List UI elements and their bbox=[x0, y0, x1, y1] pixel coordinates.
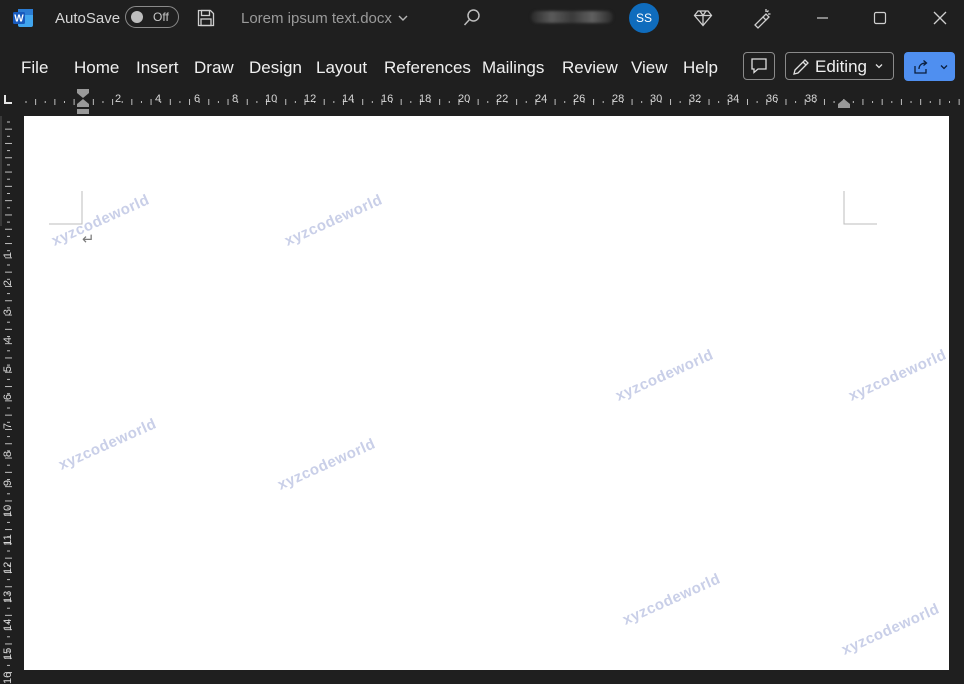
chevron-down-icon bbox=[940, 65, 948, 70]
right-indent-marker[interactable] bbox=[837, 98, 851, 110]
autosave-label: AutoSave bbox=[55, 10, 121, 27]
watermark: xyzcodeworld bbox=[275, 435, 379, 494]
hanging-indent-marker[interactable] bbox=[76, 98, 90, 115]
bottom-strip bbox=[18, 670, 964, 681]
watermark: xyzcodeworld bbox=[282, 191, 386, 250]
ruler-label: 8 bbox=[2, 450, 14, 458]
ruler-label: 16 bbox=[381, 93, 394, 105]
maximize-button[interactable] bbox=[869, 6, 891, 28]
ruler-label: 30 bbox=[650, 93, 663, 105]
ruler-label: 10 bbox=[2, 504, 14, 517]
share-button[interactable] bbox=[904, 52, 955, 81]
watermark: xyzcodeworld bbox=[839, 600, 943, 659]
document-title[interactable]: Lorem ipsum text.docx bbox=[241, 10, 392, 27]
ruler-label: 4 bbox=[155, 93, 162, 105]
vertical-ruler[interactable]: 1 2 3 4 5 6 7 8 9 10 11 12 13 14 15 16 bbox=[0, 116, 18, 684]
ruler-label: 32 bbox=[689, 93, 702, 105]
ruler-label: 14 bbox=[342, 93, 355, 105]
ruler-label: 6 bbox=[2, 393, 14, 401]
avatar[interactable]: SS bbox=[629, 3, 659, 33]
chevron-down-icon bbox=[875, 64, 883, 69]
ruler-label: 13 bbox=[2, 590, 14, 603]
ruler-label: 12 bbox=[304, 93, 317, 105]
ruler-label: 38 bbox=[805, 93, 818, 105]
ruler-label: 15 bbox=[2, 647, 14, 660]
ruler-label: 4 bbox=[2, 336, 14, 344]
tab-file[interactable]: File bbox=[21, 58, 48, 78]
document-page[interactable]: ↵ xyzcodeworld xyzcodeworld xyzcodeworld… bbox=[24, 116, 949, 670]
ruler-label: 26 bbox=[573, 93, 586, 105]
tab-view[interactable]: View bbox=[631, 58, 668, 78]
ruler-label: 20 bbox=[458, 93, 471, 105]
close-button[interactable] bbox=[929, 6, 951, 28]
ruler-label: 24 bbox=[535, 93, 548, 105]
ruler-label: 28 bbox=[612, 93, 625, 105]
ruler-label: 22 bbox=[496, 93, 509, 105]
title-bar: W AutoSave Off Lorem ipsum text.docx SS bbox=[0, 0, 964, 36]
diamond-icon[interactable] bbox=[693, 8, 713, 33]
ruler-label: 34 bbox=[727, 93, 740, 105]
chevron-down-icon[interactable] bbox=[397, 10, 409, 31]
ruler-label: 7 bbox=[2, 422, 14, 430]
autosave-toggle[interactable]: Off bbox=[125, 6, 179, 28]
ruler-label: 2 bbox=[115, 93, 122, 105]
ruler-label: 1 bbox=[2, 251, 14, 259]
ruler-label: 36 bbox=[766, 93, 779, 105]
pencil-icon bbox=[793, 59, 809, 75]
comment-icon bbox=[751, 58, 767, 74]
ruler-margin-band bbox=[0, 116, 2, 226]
tab-insert[interactable]: Insert bbox=[136, 58, 179, 78]
ribbon-tabs: File Home Insert Draw Design Layout Refe… bbox=[0, 48, 964, 88]
horizontal-ruler[interactable]: 2 4 6 8 10 12 14 16 18 20 22 24 26 28 30… bbox=[0, 89, 964, 115]
tab-draw[interactable]: Draw bbox=[194, 58, 234, 78]
tab-mailings[interactable]: Mailings bbox=[482, 58, 544, 78]
toggle-knob bbox=[131, 11, 143, 23]
designer-icon[interactable] bbox=[751, 7, 773, 34]
ruler-label: 8 bbox=[232, 93, 239, 105]
tab-references[interactable]: References bbox=[384, 58, 471, 78]
margin-corner-top-right bbox=[843, 191, 877, 225]
ruler-label: 11 bbox=[2, 534, 14, 546]
tab-design[interactable]: Design bbox=[249, 58, 302, 78]
autosave-state: Off bbox=[153, 10, 169, 24]
comments-button[interactable] bbox=[743, 52, 775, 80]
ruler-label: 3 bbox=[2, 308, 14, 316]
ruler-label: 14 bbox=[2, 618, 14, 631]
ruler-label: 12 bbox=[2, 561, 14, 574]
tab-layout[interactable]: Layout bbox=[316, 58, 367, 78]
ruler-label: 16 bbox=[2, 671, 14, 684]
editing-mode-button[interactable]: Editing bbox=[785, 52, 894, 80]
ruler-label: 5 bbox=[2, 365, 14, 373]
ruler-label: 2 bbox=[2, 279, 14, 287]
editing-label: Editing bbox=[815, 57, 867, 76]
save-icon[interactable] bbox=[196, 8, 216, 33]
tab-review[interactable]: Review bbox=[562, 58, 618, 78]
tab-home[interactable]: Home bbox=[74, 58, 119, 78]
watermark: xyzcodeworld bbox=[613, 346, 717, 405]
ruler-label: 10 bbox=[265, 93, 278, 105]
ruler-ticks bbox=[22, 90, 964, 114]
share-icon bbox=[914, 60, 928, 74]
ruler-label: 18 bbox=[419, 93, 432, 105]
watermark: xyzcodeworld bbox=[846, 346, 949, 405]
ruler-label: 9 bbox=[2, 479, 14, 487]
watermark: xyzcodeworld bbox=[56, 415, 160, 474]
watermark: xyzcodeworld bbox=[620, 570, 724, 629]
ruler-label: 6 bbox=[194, 93, 201, 105]
tab-help[interactable]: Help bbox=[683, 58, 718, 78]
account-name-redacted bbox=[531, 11, 613, 23]
minimize-button[interactable] bbox=[812, 6, 834, 28]
search-icon[interactable] bbox=[462, 8, 482, 33]
svg-text:W: W bbox=[14, 14, 24, 25]
word-logo-icon[interactable]: W bbox=[13, 8, 34, 28]
